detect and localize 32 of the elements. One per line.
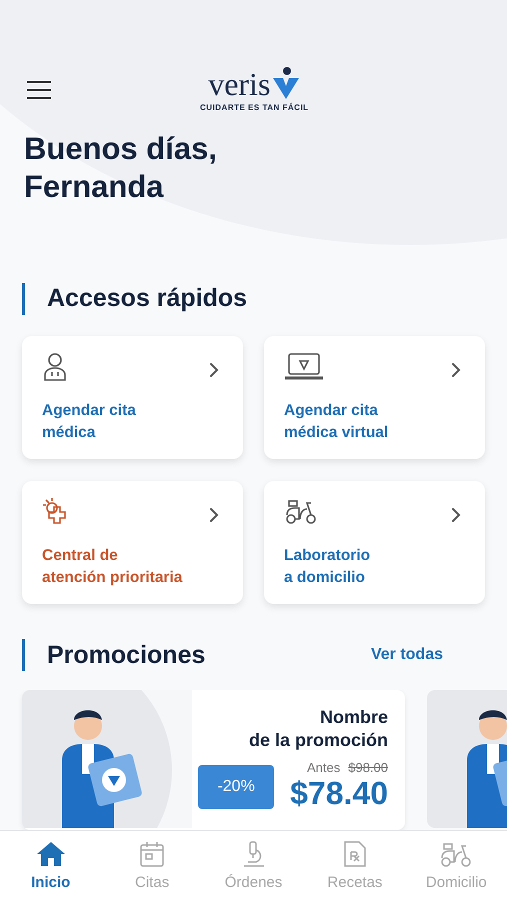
logo-text: veris (208, 68, 270, 100)
see-all-link[interactable]: Ver todas (370, 643, 443, 668)
quick-access-label: Central de atención prioritaria (42, 546, 184, 588)
quick-access-label: Agendar cita médica virtual (284, 400, 390, 442)
promotion-title: Nombre de la promoción (248, 706, 388, 752)
section-title: Accesos rápidos (47, 283, 248, 314)
chevron-right-icon (209, 362, 219, 378)
chevron-right-icon (209, 506, 219, 522)
quick-access-card[interactable]: Agendar cita médica virtual (264, 336, 485, 458)
doctor-icon (42, 352, 68, 382)
greeting: Buenos días, Fernanda (23, 130, 218, 206)
quick-access-card[interactable]: Central de atención prioritaria (22, 480, 243, 604)
promotion-card[interactable]: Nombre de la promoción -20% Antes $98.00 $78.40 (22, 690, 405, 830)
prescription-icon (342, 840, 367, 868)
quick-access-label: Laboratorio a domicilio (284, 546, 372, 588)
logo-icon (272, 66, 300, 100)
discount-badge: -20% (198, 765, 274, 809)
quick-access-card[interactable]: Agendar cita médica (22, 336, 243, 458)
quick-access-label: Agendar cita médica (42, 400, 137, 442)
section-title: Promociones (47, 640, 206, 670)
quick-access-card[interactable]: Laboratorio a domicilio (264, 480, 485, 604)
before-price: $98.00 (348, 760, 388, 775)
chevron-right-icon (451, 362, 461, 378)
calendar-icon (139, 840, 166, 868)
laptop-icon (284, 352, 324, 382)
tagline: CUIDARTE ES TAN FÁCIL (200, 102, 309, 114)
home-icon (34, 840, 67, 868)
promotion-price: $78.40 (290, 775, 388, 811)
menu-icon[interactable] (26, 80, 52, 100)
chevron-right-icon (451, 506, 461, 522)
nav-tab[interactable]: Inicio (0, 831, 102, 900)
before-label: Antes (306, 760, 340, 775)
